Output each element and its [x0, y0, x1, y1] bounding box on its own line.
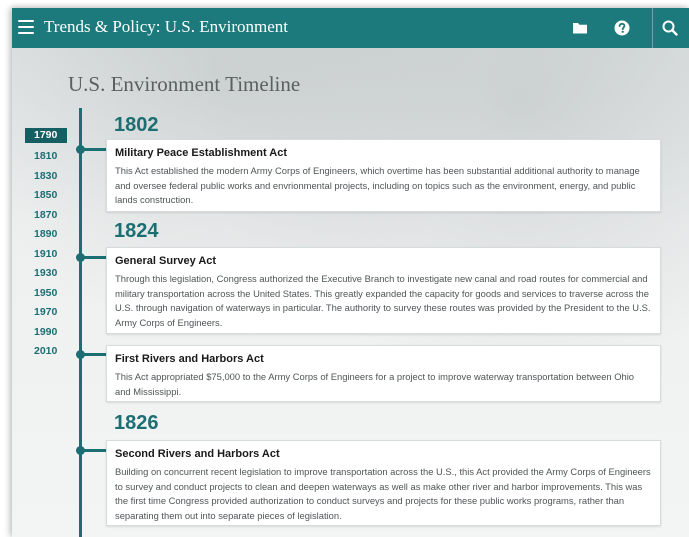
app-title: Trends & Policy: U.S. Environment	[44, 17, 288, 36]
decade-link-1790[interactable]: 1790	[25, 128, 67, 143]
card-title: First Rivers and Harbors Act	[115, 353, 264, 365]
timeline-card-first-rivers-and-harbors-act[interactable]: First Rivers and Harbors Act This Act ap…	[106, 345, 661, 402]
decade-link-1850[interactable]: 1850	[24, 186, 68, 206]
decade-nav: 1790 1810 1830 1850 1870 1890 1910 1930 …	[24, 128, 68, 362]
card-title: General Survey Act	[115, 255, 217, 267]
decade-link-1870[interactable]: 1870	[24, 206, 68, 226]
top-bar: Trends & Policy: U.S. Environment	[12, 8, 689, 48]
decade-link-1930[interactable]: 1930	[24, 264, 68, 284]
search-icon[interactable]	[660, 18, 680, 38]
card-title: Second Rivers and Harbors Act	[115, 448, 280, 460]
decade-link-1990[interactable]: 1990	[24, 323, 68, 343]
menu-icon[interactable]	[18, 19, 36, 35]
card-body: Building on concurrent recent legislatio…	[115, 466, 651, 521]
decade-link-1890[interactable]: 1890	[24, 225, 68, 245]
decade-link-1970[interactable]: 1970	[24, 303, 68, 323]
app-window: Trends & Policy: U.S. Environment U.S. E…	[12, 8, 689, 537]
help-icon[interactable]	[612, 18, 632, 38]
timeline-card-second-rivers-and-harbors-act[interactable]: Second Rivers and Harbors Act Building o…	[106, 440, 661, 526]
card-body: This Act appropriated $75,000 to the Arm…	[115, 371, 635, 397]
decade-link-1950[interactable]: 1950	[24, 284, 68, 304]
year-heading-1802: 1802	[114, 114, 159, 136]
page-title: U.S. Environment Timeline	[68, 72, 301, 96]
year-heading-1824: 1824	[114, 220, 159, 242]
card-title: Military Peace Establishment Act	[115, 147, 287, 159]
folder-icon[interactable]	[570, 18, 590, 38]
decade-link-1910[interactable]: 1910	[24, 245, 68, 265]
decade-link-1810[interactable]: 1810	[24, 147, 68, 167]
decade-link-1830[interactable]: 1830	[24, 167, 68, 187]
timeline-connector	[80, 353, 107, 356]
timeline-connector	[80, 148, 107, 151]
timeline-card-military-peace-establishment-act[interactable]: Military Peace Establishment Act This Ac…	[106, 139, 661, 212]
year-heading-1826: 1826	[114, 412, 159, 434]
timeline-connector	[80, 256, 107, 259]
timeline-line	[79, 108, 82, 537]
card-body: Through this legislation, Congress autho…	[115, 273, 651, 328]
timeline-card-general-survey-act[interactable]: General Survey Act Through this legislat…	[106, 247, 661, 334]
card-body: This Act established the modern Army Cor…	[115, 165, 640, 206]
timeline-connector	[80, 449, 107, 452]
header-divider	[652, 8, 653, 48]
decade-link-2010[interactable]: 2010	[24, 342, 68, 362]
